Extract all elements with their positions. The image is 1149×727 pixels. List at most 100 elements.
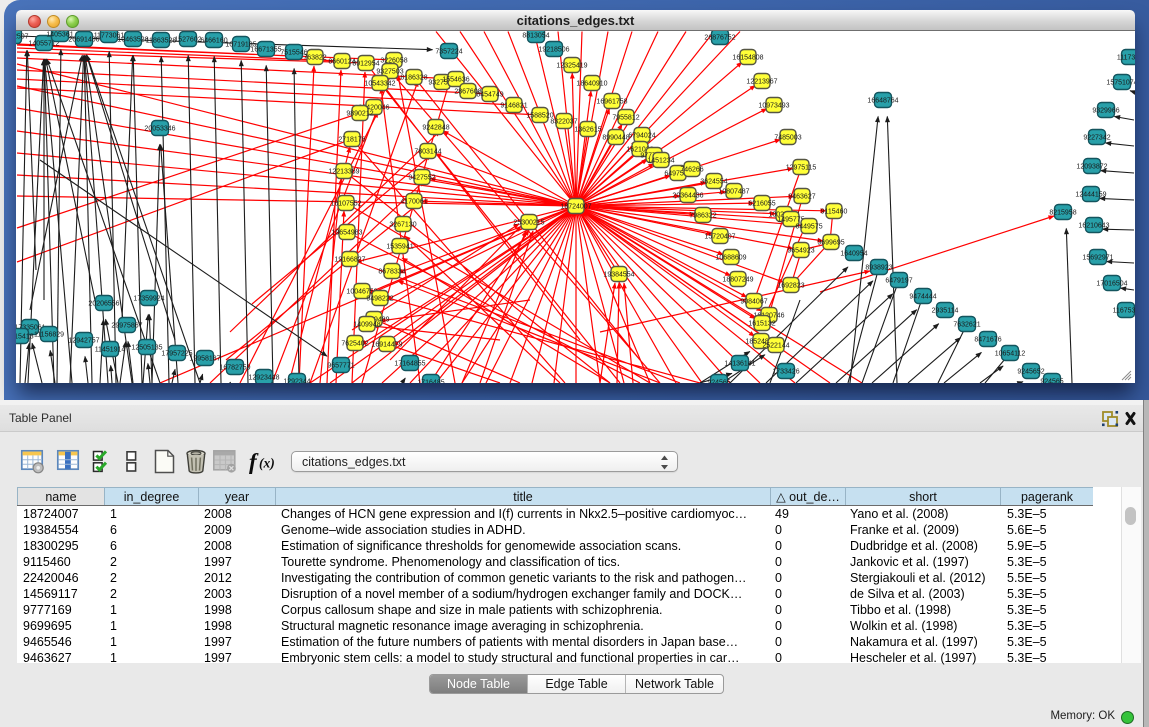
svg-text:8454749: 8454749 xyxy=(476,91,503,98)
svg-text:12213369: 12213369 xyxy=(328,168,359,175)
svg-text:26876752: 26876752 xyxy=(704,34,735,41)
svg-text:7485003: 7485003 xyxy=(774,134,801,141)
svg-text:8912954: 8912954 xyxy=(352,60,379,67)
svg-text:6479197: 6479197 xyxy=(885,277,912,284)
svg-text:9242848: 9242848 xyxy=(422,124,449,131)
svg-text:17164855: 17164855 xyxy=(394,360,425,367)
svg-text:12975115: 12975115 xyxy=(786,164,817,171)
svg-text:7803144: 7803144 xyxy=(414,148,441,155)
svg-text:8322037: 8322037 xyxy=(550,118,577,125)
svg-text:9115460: 9115460 xyxy=(821,208,848,215)
svg-text:1362615: 1362615 xyxy=(574,126,601,133)
svg-text:6466160: 6466160 xyxy=(200,37,227,44)
svg-text:8678334: 8678334 xyxy=(378,268,405,275)
svg-text:16671355: 16671355 xyxy=(250,46,281,53)
svg-text:16914479: 16914479 xyxy=(371,341,402,348)
svg-text:10654112: 10654112 xyxy=(995,350,1026,357)
svg-text:6794024: 6794024 xyxy=(628,132,655,139)
svg-text:10463528: 10463528 xyxy=(117,36,148,43)
svg-text:16648764: 16648764 xyxy=(867,97,898,104)
svg-text:29975867: 29975867 xyxy=(111,322,142,329)
svg-text:924565: 924565 xyxy=(707,379,730,383)
svg-text:2935114: 2935114 xyxy=(932,307,959,314)
svg-text:8186328: 8186328 xyxy=(400,74,427,81)
svg-text:1451234: 1451234 xyxy=(647,157,674,164)
svg-text:18724007: 18724007 xyxy=(560,203,591,210)
svg-text:1167534: 1167534 xyxy=(1113,307,1135,314)
svg-text:9245652: 9245652 xyxy=(1017,368,1044,375)
svg-text:7625402: 7625402 xyxy=(341,340,368,347)
svg-text:17957225: 17957225 xyxy=(161,350,192,357)
svg-text:20053346: 20053346 xyxy=(144,125,175,132)
svg-text:18640910: 18640910 xyxy=(576,80,607,87)
svg-text:16202507: 16202507 xyxy=(16,33,29,40)
svg-text:9699695: 9699695 xyxy=(817,239,844,246)
svg-text:8990448: 8990448 xyxy=(602,134,629,141)
svg-text:20206556: 20206556 xyxy=(88,300,119,307)
svg-text:9474444: 9474444 xyxy=(909,293,936,300)
svg-text:15720407: 15720407 xyxy=(704,233,735,240)
svg-text:1535941: 1535941 xyxy=(386,243,413,250)
svg-text:9654923: 9654923 xyxy=(787,247,814,254)
svg-text:12505135: 12505135 xyxy=(131,344,162,351)
svg-text:8938923: 8938923 xyxy=(865,264,892,271)
svg-text:763822: 763822 xyxy=(303,54,326,61)
svg-text:1640954: 1640954 xyxy=(840,250,867,257)
svg-text:10973493: 10973493 xyxy=(758,102,789,109)
svg-text:1692823: 1692823 xyxy=(777,282,804,289)
svg-text:1292344: 1292344 xyxy=(283,378,310,383)
svg-text:15751074: 15751074 xyxy=(1106,79,1135,86)
svg-text:14136141: 14136141 xyxy=(724,360,755,367)
svg-text:7986322: 7986322 xyxy=(689,212,716,219)
svg-text:18807249: 18807249 xyxy=(722,276,753,283)
svg-text:746266: 746266 xyxy=(680,166,703,173)
svg-text:3915413: 3915413 xyxy=(16,333,34,340)
svg-text:9329966: 9329966 xyxy=(1092,107,1119,114)
svg-text:9498222: 9498222 xyxy=(366,295,393,302)
svg-text:6449575: 6449575 xyxy=(795,223,822,230)
svg-text:9146821: 9146821 xyxy=(500,102,527,109)
svg-text:19166827: 19166827 xyxy=(334,256,365,263)
svg-text:1117342: 1117342 xyxy=(1117,54,1135,61)
svg-text:3267130: 3267130 xyxy=(389,221,416,228)
svg-text:8813054: 8813054 xyxy=(522,32,549,39)
svg-text:12213967: 12213967 xyxy=(746,78,777,85)
svg-text:19218506: 19218506 xyxy=(538,46,569,53)
svg-text:7632621: 7632621 xyxy=(953,321,980,328)
svg-text:16782759: 16782759 xyxy=(219,364,250,371)
svg-text:1554636: 1554636 xyxy=(442,76,469,83)
svg-text:11451914: 11451914 xyxy=(95,346,126,353)
svg-text:9657771: 9657771 xyxy=(327,362,354,369)
svg-text:1527602: 1527602 xyxy=(174,36,201,43)
svg-text:25300215: 25300215 xyxy=(513,219,544,226)
svg-text:17359924: 17359924 xyxy=(133,295,164,302)
svg-text:4170061: 4170061 xyxy=(400,198,427,205)
svg-text:12923448: 12923448 xyxy=(248,374,279,381)
svg-text:12942757: 12942757 xyxy=(68,337,99,344)
svg-text:17016504: 17016504 xyxy=(1096,280,1127,287)
svg-text:11863528: 11863528 xyxy=(146,37,177,44)
svg-text:16210643: 16210643 xyxy=(1078,222,1109,229)
svg-text:9427552: 9427552 xyxy=(408,174,435,181)
svg-text:10688609: 10688609 xyxy=(715,254,746,261)
svg-text:(x): (x) xyxy=(259,456,275,471)
svg-text:9227342: 9227342 xyxy=(1083,134,1110,141)
svg-text:1409948: 1409948 xyxy=(353,321,380,328)
svg-text:7955812: 7955812 xyxy=(612,114,639,121)
svg-text:2718176: 2718176 xyxy=(338,136,365,143)
svg-text:16107552: 16107552 xyxy=(330,200,361,207)
svg-text:15692971: 15692971 xyxy=(1082,254,1113,261)
svg-text:8471676: 8471676 xyxy=(974,336,1001,343)
svg-text:1716485: 1716485 xyxy=(417,379,444,383)
svg-text:10543342: 10543342 xyxy=(364,80,395,87)
svg-text:20364436: 20364436 xyxy=(672,192,703,199)
svg-text:6216055: 6216055 xyxy=(748,200,775,207)
svg-text:12325419: 12325419 xyxy=(556,62,587,69)
svg-text:16154808: 16154808 xyxy=(732,54,763,61)
svg-text:3624554: 3624554 xyxy=(700,178,727,185)
svg-text:19384554: 19384554 xyxy=(603,271,634,278)
svg-text:12093872: 12093872 xyxy=(1076,163,1107,170)
svg-text:2522144: 2522144 xyxy=(762,342,789,349)
svg-text:9463627: 9463627 xyxy=(788,193,815,200)
svg-text:19958187: 19958187 xyxy=(189,355,220,362)
